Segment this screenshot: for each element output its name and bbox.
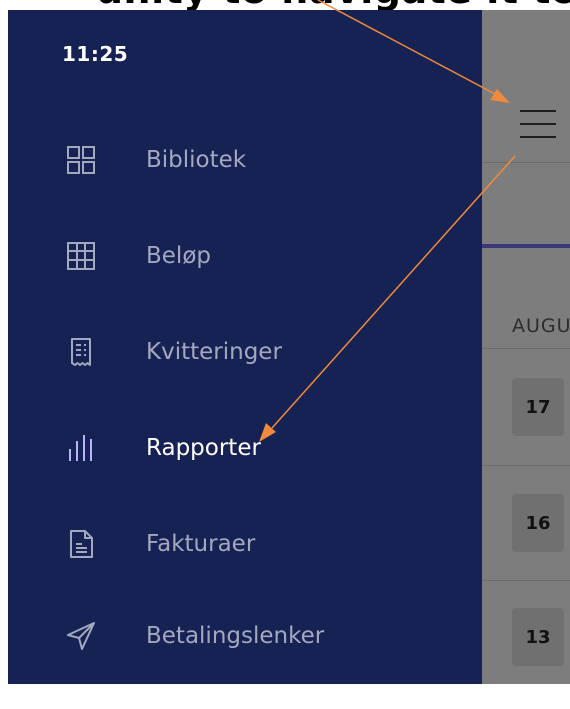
date-badge[interactable]: 17 (512, 378, 564, 436)
nav-item-kvitteringer[interactable]: Kvitteringer (8, 322, 482, 382)
document-icon (66, 529, 96, 559)
row-divider (482, 465, 570, 466)
hamburger-menu-button[interactable] (520, 106, 556, 142)
date-badge[interactable]: 13 (512, 608, 564, 666)
instruction-text: unity to navigate it to Rapporter page (96, 0, 570, 10)
nav-label-bibliotek: Bibliotek (146, 147, 247, 173)
nav-item-belop[interactable]: Beløp (8, 226, 482, 286)
nav-label-betalingslenker: Betalingslenker (146, 623, 325, 649)
nav-label-kvitteringer: Kvitteringer (146, 339, 282, 365)
nav-item-betalingslenker[interactable]: Betalingslenker (8, 606, 482, 666)
nav-item-fakturaer[interactable]: Fakturaer (8, 514, 482, 574)
bottom-margin (0, 684, 570, 709)
table-icon (66, 241, 96, 271)
nav-label-fakturaer: Fakturaer (146, 531, 256, 557)
bar-chart-icon (66, 433, 96, 463)
active-tab-indicator (482, 244, 570, 248)
month-label: AUGU (512, 315, 570, 337)
instruction-heading: unity to navigate it to Rapporter page (0, 0, 570, 10)
nav-item-bibliotek[interactable]: Bibliotek (8, 130, 482, 190)
navigation-drawer: 11:25 Bibliotek Beløp Kvitteringer Rappo… (8, 10, 482, 684)
nav-item-rapporter[interactable]: Rapporter (8, 418, 482, 478)
header-divider (482, 162, 570, 163)
row-divider (482, 348, 570, 349)
row-divider (482, 580, 570, 581)
status-bar-time: 11:25 (62, 42, 129, 66)
nav-label-belop: Beløp (146, 243, 211, 269)
background-app-overlay[interactable]: AUGU 17 16 13 (482, 10, 570, 684)
screen: unity to navigate it to Rapporter page 1… (0, 0, 570, 709)
nav-label-rapporter: Rapporter (146, 435, 261, 461)
grid-icon (66, 145, 96, 175)
receipt-icon (66, 337, 96, 367)
send-icon (66, 621, 96, 651)
date-badge[interactable]: 16 (512, 494, 564, 552)
